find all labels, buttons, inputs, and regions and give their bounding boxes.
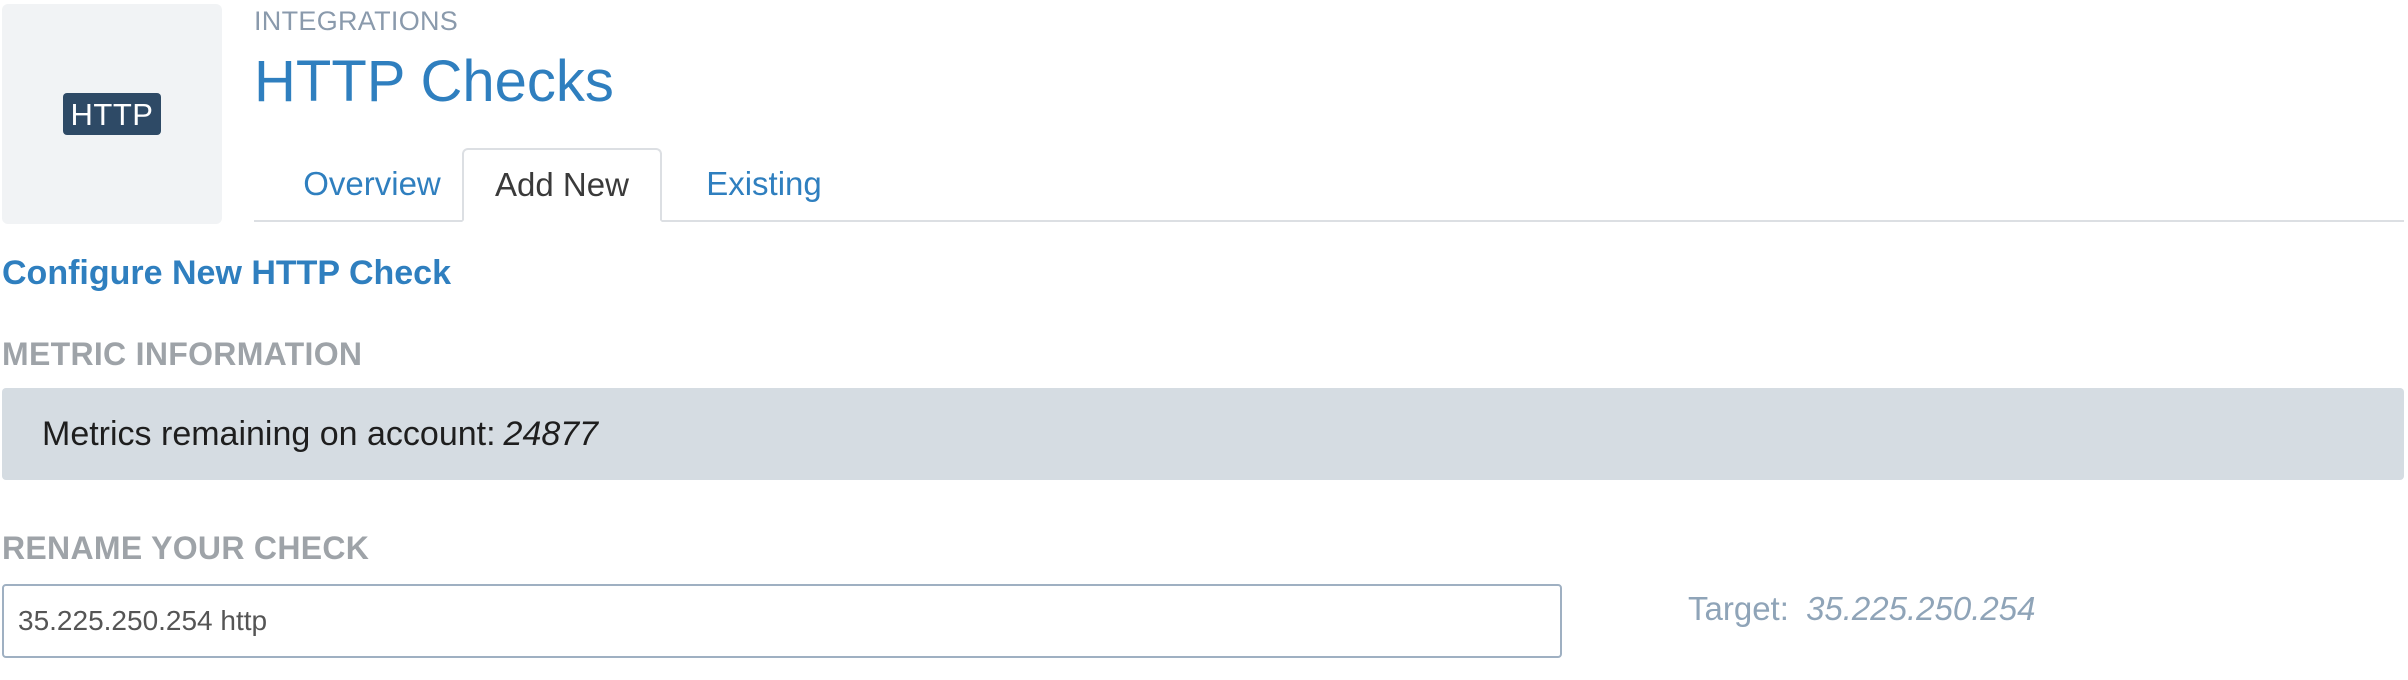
target-value: 35.225.250.254 [1806,590,2036,627]
http-logo-icon: HTTP [62,93,162,135]
tab-existing[interactable]: Existing [674,148,854,220]
tab-bar: Overview Add New Existing [254,148,2404,222]
target-label: Target: [1688,590,1789,627]
target-info: Target: 35.225.250.254 [1688,590,2035,628]
page: HTTP INTEGRATIONS HTTP Checks Overview A… [0,0,2408,680]
metrics-remaining-label: Metrics remaining on account: [42,414,496,453]
tab-overview[interactable]: Overview [272,148,472,220]
tab-add-new[interactable]: Add New [462,148,662,222]
metric-information-heading: METRIC INFORMATION [2,336,363,372]
breadcrumb[interactable]: INTEGRATIONS [254,6,458,37]
metrics-remaining-value: 24877 [503,414,599,453]
metrics-remaining-panel: Metrics remaining on account: 24877 [2,388,2404,480]
section-title: Configure New HTTP Check [2,254,451,292]
rename-check-heading: RENAME YOUR CHECK [2,530,370,566]
integration-logo: HTTP [2,4,222,224]
page-title: HTTP Checks [254,49,614,114]
check-name-input[interactable] [2,584,1562,658]
